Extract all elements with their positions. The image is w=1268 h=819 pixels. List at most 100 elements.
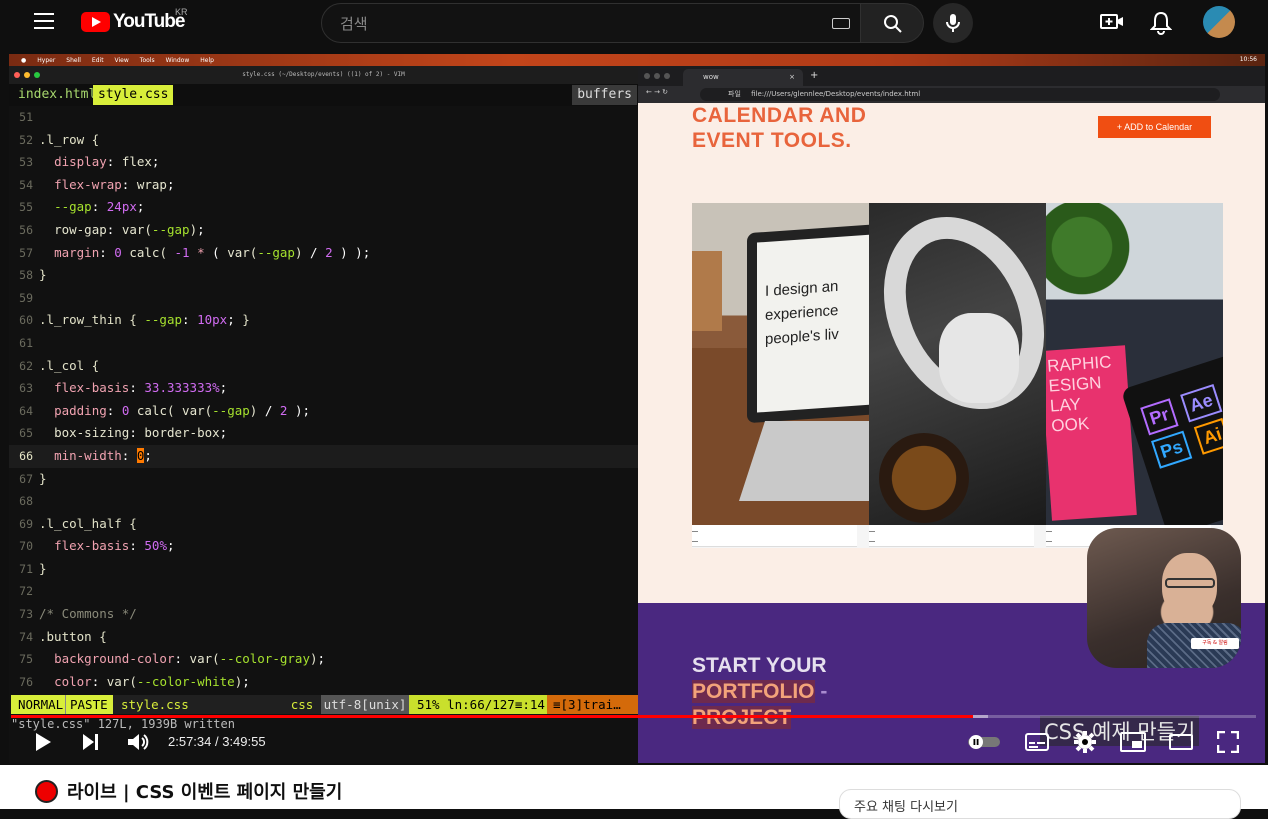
- line-number: 63: [19, 381, 33, 396]
- live-indicator-icon: [35, 780, 58, 803]
- play-button[interactable]: [34, 732, 52, 756]
- theater-mode-button[interactable]: [1169, 734, 1193, 754]
- code-text: margin: 0 calc( -1 * ( var(--gap) / 2 ) …: [54, 244, 371, 260]
- miniplayer-button[interactable]: [1120, 732, 1146, 756]
- vr-headset-image: [869, 203, 1046, 525]
- vim-titlebar: style.css (~/Desktop/events) ((1) of 2) …: [9, 66, 638, 84]
- search-placeholder: 검색: [340, 15, 368, 33]
- keyboard-icon[interactable]: [832, 18, 850, 29]
- browser-window-controls: [644, 73, 670, 79]
- line-number: 65: [19, 426, 33, 441]
- fullscreen-button[interactable]: [1216, 730, 1240, 757]
- code-line: 71}: [9, 558, 638, 581]
- video-player[interactable]: ● Hyper Shell Edit View Tools Window Hel…: [9, 54, 1265, 763]
- line-number: 59: [19, 290, 33, 305]
- code-line: 51: [9, 106, 638, 129]
- code-text: display: flex;: [54, 154, 160, 170]
- code-text: flex-wrap: wrap;: [54, 176, 175, 192]
- microphone-icon: [946, 14, 960, 32]
- player-controls: 2:57:34 / 3:49:55: [0, 722, 1268, 762]
- url-text: file:///Users/glennlee/Desktop/events/in…: [751, 90, 921, 98]
- youtube-logo[interactable]: YouTube: [81, 11, 185, 33]
- photoshop-icon: Ps: [1151, 430, 1193, 469]
- line-number: 69: [19, 516, 33, 531]
- code-line: 60 .l_row_thin { --gap: 10px; }: [9, 309, 638, 332]
- line-number: 57: [19, 245, 33, 260]
- hero-title: CALENDAR AND EVENT TOOLS.: [692, 103, 866, 153]
- code-text: /* Commons */: [39, 606, 137, 622]
- tablet: Pr Ae Au Ps Ai: [1120, 343, 1223, 525]
- laptop-keyboard: [739, 421, 869, 501]
- account-avatar[interactable]: [1203, 6, 1235, 38]
- settings-button[interactable]: [1073, 730, 1097, 758]
- code-line: 57 margin: 0 calc( -1 * ( var(--gap) / 2…: [9, 242, 638, 265]
- illustrator-icon: Ai: [1193, 417, 1223, 455]
- voice-search-button[interactable]: [933, 3, 973, 43]
- mac-menu-item: Help: [200, 56, 214, 64]
- autoplay-toggle[interactable]: [967, 734, 1001, 754]
- search-input[interactable]: 검색: [321, 3, 861, 43]
- apple-icon: ●: [21, 56, 27, 64]
- new-tab-icon: +: [810, 70, 819, 81]
- line-number: 61: [19, 335, 33, 350]
- line-number: 74: [19, 629, 33, 644]
- code-line: 55 --gap: 24px;: [9, 196, 638, 219]
- code-line: 73 /* Commons */: [9, 603, 638, 626]
- vim-cursor-position: 51% ln:66/127≡:14: [409, 695, 547, 714]
- mac-clock: 10:56: [1239, 56, 1257, 63]
- code-line: 63 flex-basis: 33.333333%;: [9, 377, 638, 400]
- code-text: }: [39, 267, 47, 283]
- live-chat-replay-toggle[interactable]: 주요 채팅 다시보기: [839, 789, 1241, 819]
- line-number: 73: [19, 607, 33, 622]
- code-line: 66 min-width: 0;: [9, 444, 638, 468]
- wood-bowl: [879, 433, 969, 523]
- close-dot-icon: [14, 72, 20, 78]
- mac-menu-item: Window: [165, 56, 190, 64]
- line-number: 52: [19, 132, 33, 147]
- search-button[interactable]: [860, 3, 924, 43]
- mac-menu-item: Hyper: [37, 56, 56, 64]
- progress-bar[interactable]: [11, 715, 1256, 718]
- line-number: 71: [19, 561, 33, 576]
- code-text: color: var(--color-white);: [54, 673, 250, 689]
- volume-button[interactable]: [126, 732, 150, 756]
- code-line: 75 background-color: var(--color-gray);: [9, 648, 638, 671]
- minimize-dot-icon: [24, 72, 30, 78]
- mac-menubar: ● Hyper Shell Edit View Tools Window Hel…: [9, 54, 1265, 66]
- code-line: 67}: [9, 468, 638, 491]
- subtitles-button[interactable]: [1025, 732, 1049, 756]
- create-video-button[interactable]: [1100, 11, 1124, 37]
- vim-tab-index-html: index.html: [18, 87, 97, 102]
- card-vr-headset: [869, 203, 1046, 548]
- next-button[interactable]: [81, 733, 101, 755]
- time-display: 2:57:34 / 3:49:55: [168, 734, 266, 749]
- line-number: 76: [19, 674, 33, 689]
- notifications-button[interactable]: [1149, 11, 1173, 39]
- close-dot-icon: [644, 73, 650, 79]
- menu-icon[interactable]: [34, 13, 54, 29]
- code-text: min-width: 0;: [54, 447, 152, 463]
- card-row: I design an experience people's liv RAPH…: [692, 203, 1265, 548]
- zoom-dot-icon: [664, 73, 670, 79]
- vim-editor: style.css (~/Desktop/events) ((1) of 2) …: [9, 66, 638, 763]
- next-icon: [83, 734, 98, 750]
- video-plus-icon: [1100, 14, 1123, 29]
- code-text: padding: 0 calc( var(--gap) / 2 );: [54, 402, 311, 418]
- code-text: .l_col {: [39, 357, 100, 373]
- line-number: 64: [19, 403, 33, 418]
- vim-trailing-warning: ≡[3]trai…: [547, 695, 638, 714]
- code-text: .l_row {: [39, 131, 100, 147]
- line-number: 55: [19, 200, 33, 215]
- code-line: 62 .l_col {: [9, 355, 638, 378]
- subscribe-badge: 구독 & 알림: [1191, 638, 1239, 649]
- code-line: 65 box-sizing: border-box;: [9, 422, 638, 445]
- code-line: 76 color: var(--color-white);: [9, 671, 638, 694]
- adobe-image: RAPHIC ESIGN LAY OOK Pr Ae Au Ps Ai: [1046, 203, 1223, 525]
- nav-arrows-icon: ← → ↻: [646, 88, 669, 96]
- code-text: row-gap: var(--gap);: [54, 221, 205, 237]
- region-code: KR: [175, 7, 188, 17]
- miniplayer-icon: [1120, 732, 1146, 752]
- code-area: 51 52 .l_row {53 display: flex; 54 flex-wra…: [9, 106, 638, 693]
- vim-filetype: css: [283, 695, 321, 714]
- wood-block: [692, 251, 722, 331]
